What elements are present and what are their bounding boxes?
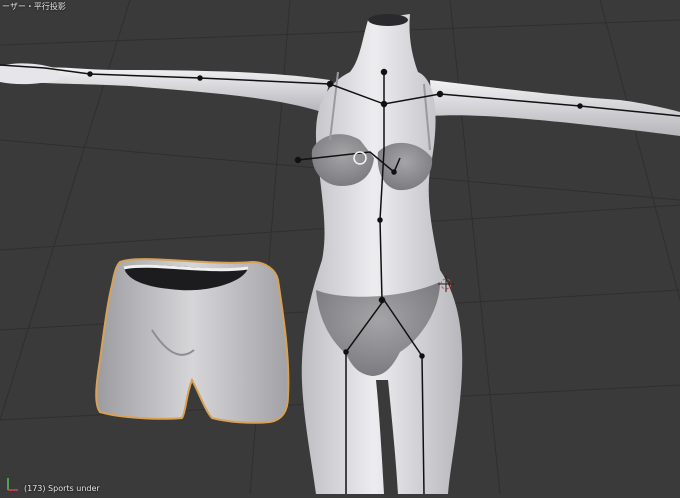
3d-viewport[interactable]: ーザー・平行投影 (173) Sports under <box>0 0 680 495</box>
shorts-mesh[interactable] <box>95 258 290 424</box>
axis-gizmo-icon <box>7 478 18 491</box>
body-mesh[interactable] <box>0 14 680 494</box>
viewport-canvas[interactable] <box>0 0 680 495</box>
neck-opening <box>368 14 408 26</box>
object-info: (173) Sports under <box>24 484 100 493</box>
view-title: ーザー・平行投影 <box>2 2 66 11</box>
